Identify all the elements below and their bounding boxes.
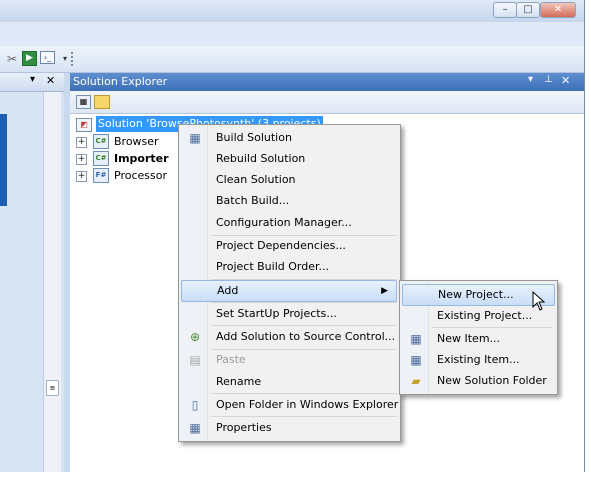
- menu-item-label: Existing Project...: [437, 309, 533, 322]
- project-label[interactable]: Importer: [114, 150, 169, 167]
- menu-item-rename[interactable]: Rename: [181, 372, 397, 392]
- menu-item-label: Set StartUp Projects...: [216, 307, 337, 320]
- panel-close-button[interactable]: ✕: [561, 74, 570, 87]
- new-item-icon: ▦: [410, 332, 422, 346]
- mouse-cursor-icon: [532, 290, 546, 311]
- open-folder-icon: ▯: [191, 398, 199, 412]
- minimize-button[interactable]: –: [493, 2, 517, 18]
- solution-explorer-toolbar: ▦: [70, 91, 584, 114]
- command-window-icon[interactable]: ›_: [40, 51, 55, 64]
- main-toolbar: ✂ ▶ ›_ ▾: [0, 46, 584, 73]
- paste-icon: ▤: [189, 353, 201, 367]
- menu-item-label: Configuration Manager...: [216, 216, 352, 229]
- left-panel-close-button[interactable]: ✕: [46, 74, 55, 87]
- build-icon: ▦: [189, 131, 201, 145]
- tool-icon[interactable]: ✂: [4, 51, 20, 67]
- pin-button[interactable]: ⊥: [544, 74, 553, 85]
- left-panel-selection: [0, 114, 7, 206]
- menu-item-label: Properties: [216, 421, 272, 434]
- menu-separator: [211, 325, 397, 326]
- menu-item-label: Build Solution: [216, 131, 292, 144]
- menu-separator: [211, 302, 397, 303]
- project-label[interactable]: Processor: [114, 167, 167, 184]
- project-label[interactable]: Browser: [114, 133, 159, 150]
- menu-item-new-solution-folder[interactable]: ▰ New Solution Folder: [402, 371, 555, 391]
- menu-separator: [211, 416, 397, 417]
- menu-item-label: Batch Build...: [216, 194, 290, 207]
- menu-item-new-item[interactable]: ▦ New Item...: [402, 329, 555, 349]
- csharp-project-icon: C#: [93, 151, 109, 166]
- menu-bar: [0, 22, 584, 47]
- menu-item-build-solution[interactable]: ▦ Build Solution: [181, 128, 397, 148]
- menu-item-paste[interactable]: ▤ Paste: [181, 350, 397, 370]
- menu-item-add-source-control[interactable]: ⊕ Add Solution to Source Control...: [181, 327, 397, 347]
- menu-item-project-build-order[interactable]: Project Build Order...: [181, 257, 397, 277]
- header-dropdown-button[interactable]: ▾: [528, 74, 533, 85]
- menu-separator: [211, 393, 397, 394]
- close-button[interactable]: ✕: [540, 2, 576, 18]
- debug-start-icon[interactable]: ▶: [22, 51, 37, 66]
- maximize-button[interactable]: □: [516, 2, 540, 18]
- menu-item-existing-item[interactable]: ▦ Existing Item...: [402, 350, 555, 370]
- menu-item-rebuild-solution[interactable]: Rebuild Solution: [181, 149, 397, 169]
- menu-item-add[interactable]: Add ▶: [181, 280, 397, 302]
- solution-explorer-title: Solution Explorer: [73, 75, 168, 88]
- source-control-icon: ⊕: [189, 330, 201, 344]
- menu-item-label: Clean Solution: [216, 173, 296, 186]
- expand-icon[interactable]: +: [76, 171, 87, 182]
- menu-item-label: New Project...: [438, 288, 514, 301]
- menu-item-label: New Solution Folder: [437, 374, 547, 387]
- menu-item-label: Add Solution to Source Control...: [216, 330, 396, 343]
- menu-item-label: Rename: [216, 375, 262, 388]
- menu-item-set-startup-projects[interactable]: Set StartUp Projects...: [181, 304, 397, 324]
- fsharp-project-icon: F#: [93, 168, 109, 183]
- menu-item-label: Rebuild Solution: [216, 152, 306, 165]
- left-panel-scrollbar[interactable]: ≡: [43, 92, 61, 472]
- menu-item-label: New Item...: [437, 332, 501, 345]
- properties-icon: ▦: [189, 421, 201, 435]
- submenu-arrow-icon: ▶: [381, 286, 388, 296]
- menu-item-project-dependencies[interactable]: Project Dependencies...: [181, 236, 397, 256]
- menu-item-open-folder[interactable]: ▯ Open Folder in Windows Explorer: [181, 395, 399, 415]
- menu-item-label: Paste: [216, 353, 246, 366]
- menu-item-label: Add: [217, 284, 239, 297]
- left-panel-header: ▾ ✕: [0, 73, 64, 92]
- expand-icon[interactable]: +: [76, 137, 87, 148]
- solution-folder-icon: ▰: [411, 374, 421, 388]
- left-panel-pin-button[interactable]: ▾: [30, 74, 35, 85]
- solution-explorer-header: Solution Explorer ▾ ⊥ ✕: [70, 73, 584, 91]
- menu-item-label: Open Folder in Windows Explorer: [216, 398, 399, 411]
- properties-icon[interactable]: ▦: [76, 95, 91, 109]
- menu-item-label: Existing Item...: [437, 353, 520, 366]
- scroll-grip[interactable]: ≡: [46, 380, 59, 396]
- existing-item-icon: ▦: [410, 353, 422, 367]
- title-bar: – □ ✕: [0, 0, 584, 22]
- csharp-project-icon: C#: [93, 134, 109, 149]
- menu-separator: [432, 327, 552, 328]
- torn-edge: [0, 472, 591, 480]
- expand-icon[interactable]: +: [76, 154, 87, 165]
- menu-item-configuration-manager[interactable]: Configuration Manager...: [181, 213, 397, 233]
- menu-item-label: Project Build Order...: [216, 260, 329, 273]
- menu-item-label: Project Dependencies...: [216, 239, 346, 252]
- menu-item-batch-build[interactable]: Batch Build...: [181, 191, 397, 211]
- menu-item-clean-solution[interactable]: Clean Solution: [181, 170, 397, 190]
- show-all-files-icon[interactable]: [94, 95, 110, 109]
- solution-context-menu: ▦ Build Solution Rebuild Solution Clean …: [178, 124, 401, 442]
- solution-icon: ◩: [76, 118, 92, 132]
- toolbar-grip[interactable]: [71, 52, 79, 66]
- menu-item-properties[interactable]: ▦ Properties: [181, 418, 397, 438]
